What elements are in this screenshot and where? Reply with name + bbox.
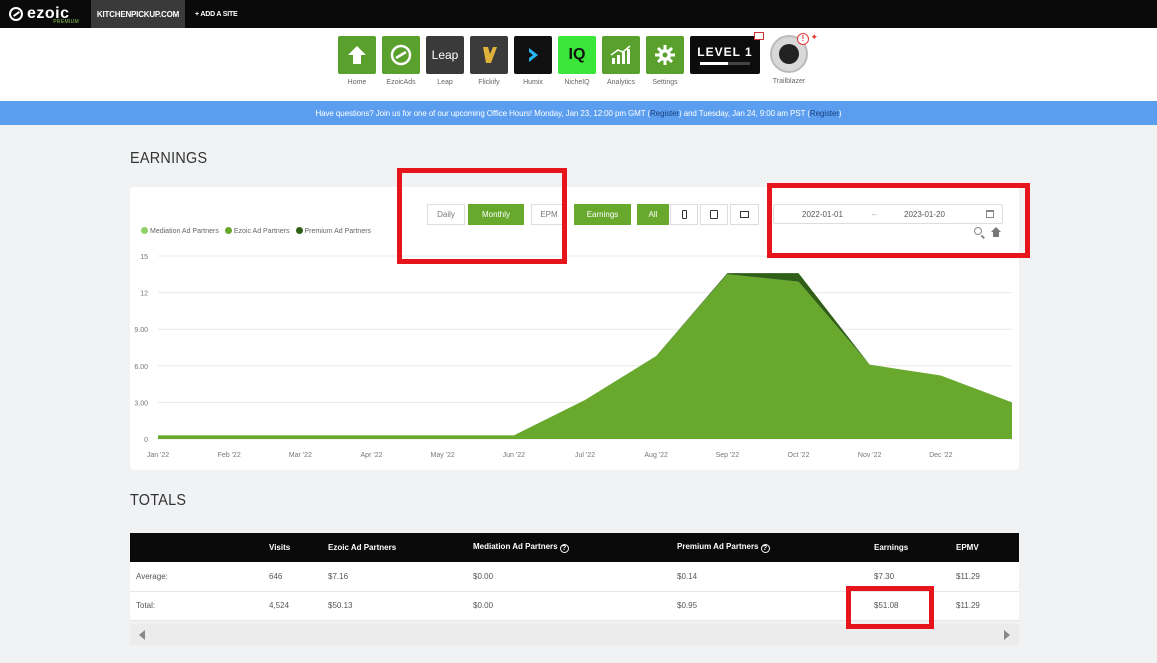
ezoic-logo[interactable]: ezoic PREMIUM — [0, 0, 91, 28]
x-tick-label: May '22 — [431, 452, 455, 459]
info-icon[interactable]: ? — [760, 544, 770, 553]
site-tab-kitchenpickup[interactable]: KITCHENPICKUP.COM — [91, 0, 185, 28]
table-cell: $0.14 — [677, 562, 874, 592]
totals-heading: TOTALS — [130, 492, 187, 509]
table-header: Ezoic Ad Partners — [328, 533, 473, 562]
table-cell: 646 — [269, 562, 328, 592]
series-area-ezoic-ad-partners — [158, 274, 1012, 439]
table-header — [130, 533, 269, 562]
gear-icon — [646, 36, 684, 74]
all-devices-toggle[interactable]: All — [637, 204, 669, 225]
notification-badge[interactable]: ! — [797, 33, 809, 45]
annotation-box-date-range — [767, 183, 1030, 258]
scroll-right-icon[interactable] — [1004, 630, 1010, 640]
app-humix[interactable]: Humix — [514, 36, 552, 86]
app-home[interactable]: Home — [338, 36, 376, 86]
trailblazer-button[interactable]: ! ✦ Trailblazer — [769, 32, 818, 85]
analytics-icon — [602, 36, 640, 74]
chart-legend: Mediation Ad Partners Ezoic Ad Partners … — [141, 227, 371, 235]
home-icon — [338, 36, 376, 74]
legend-item-mediation[interactable]: Mediation Ad Partners — [141, 227, 219, 235]
level-progress-bar — [700, 62, 750, 65]
app-nicheiq[interactable]: IQ NicheIQ — [558, 36, 596, 86]
add-site-link[interactable]: + ADD A SITE — [195, 11, 238, 18]
x-tick-label: Dec '22 — [929, 452, 953, 459]
annotation-box-period-toggle — [397, 168, 567, 264]
series-area-premium-ad-partners — [158, 273, 1012, 436]
x-tick-label: Aug '22 — [644, 452, 668, 459]
y-tick-label: 12 — [140, 291, 148, 298]
ezoicads-icon — [382, 36, 420, 74]
table-cell: Average: — [130, 562, 269, 592]
office-hours-banner: Have questions? Join us for one of our u… — [0, 101, 1157, 125]
app-analytics[interactable]: Analytics — [602, 36, 640, 86]
app-launcher: Home EzoicAds Leap Leap Flickify Humix I… — [0, 28, 1157, 101]
table-header: Premium Ad Partners? — [677, 533, 874, 562]
table-header: Earnings — [874, 533, 956, 562]
app-flickify[interactable]: Flickify — [470, 36, 508, 86]
earnings-heading: EARNINGS — [130, 150, 208, 167]
table-cell: $7.16 — [328, 562, 473, 592]
register-link-1[interactable]: Register — [650, 109, 679, 118]
table-cell: $0.95 — [677, 591, 874, 621]
leap-icon: Leap — [426, 36, 464, 74]
x-tick-label: Oct '22 — [788, 452, 810, 459]
mobile-toggle[interactable] — [670, 204, 698, 225]
nicheiq-icon: IQ — [558, 36, 596, 74]
earnings-toggle[interactable]: Earnings — [574, 204, 631, 225]
x-tick-label: Feb '22 — [218, 452, 241, 459]
flickify-icon — [470, 36, 508, 74]
y-tick-label: 9.00 — [134, 327, 148, 334]
table-cell: $0.00 — [473, 591, 677, 621]
table-cell: $11.29 — [956, 591, 1019, 621]
annotation-box-total-earnings — [846, 586, 934, 629]
table-cell: Total: — [130, 591, 269, 621]
x-tick-label: Jan '22 — [147, 452, 169, 459]
x-tick-label: Mar '22 — [289, 452, 312, 459]
y-tick-label: 3.00 — [134, 400, 148, 407]
level-badge[interactable]: LEVEL 1 — [690, 32, 764, 74]
mobile-icon — [681, 210, 687, 219]
y-tick-label: 6.00 — [134, 364, 148, 371]
table-header: Mediation Ad Partners? — [473, 533, 677, 562]
x-tick-label: Nov '22 — [858, 452, 882, 459]
table-cell: 4,524 — [269, 591, 328, 621]
desktop-toggle[interactable] — [730, 204, 759, 225]
level-progress-fill — [700, 62, 728, 65]
legend-item-premium[interactable]: Premium Ad Partners — [295, 227, 371, 235]
x-tick-label: Sep '22 — [716, 452, 740, 459]
app-ezoicads[interactable]: EzoicAds — [382, 36, 420, 86]
desktop-icon — [740, 211, 749, 218]
scroll-left-icon[interactable] — [139, 630, 145, 640]
humix-icon — [514, 36, 552, 74]
app-leap[interactable]: Leap Leap — [426, 36, 464, 86]
table-cell: $11.29 — [956, 562, 1019, 592]
table-cell: $50.13 — [328, 591, 473, 621]
top-bar: ezoic PREMIUM KITCHENPICKUP.COM + ADD A … — [0, 0, 1157, 28]
x-tick-label: Jun '22 — [503, 452, 525, 459]
ezoic-logo-icon — [9, 7, 23, 21]
mail-icon[interactable] — [754, 32, 764, 40]
level-text: LEVEL 1 — [697, 45, 753, 59]
x-tick-label: Apr '22 — [361, 452, 383, 459]
register-link-2[interactable]: Register — [810, 109, 839, 118]
tablet-toggle[interactable] — [700, 204, 728, 225]
legend-item-ezoic[interactable]: Ezoic Ad Partners — [224, 227, 290, 235]
table-header: Visits — [269, 533, 328, 562]
info-icon[interactable]: ? — [559, 544, 569, 553]
table-header-row: Visits Ezoic Ad Partners Mediation Ad Pa… — [130, 533, 1019, 562]
y-tick-label: 0 — [144, 437, 148, 444]
table-header: EPMV — [956, 533, 1019, 562]
sparkle-icon: ✦ — [810, 32, 818, 42]
logo-subtitle: PREMIUM — [53, 19, 79, 25]
x-tick-label: Jul '22 — [575, 452, 595, 459]
table-cell: $0.00 — [473, 562, 677, 592]
app-settings[interactable]: Settings — [646, 36, 684, 86]
y-tick-label: 15 — [140, 254, 148, 261]
tablet-icon — [710, 210, 718, 219]
